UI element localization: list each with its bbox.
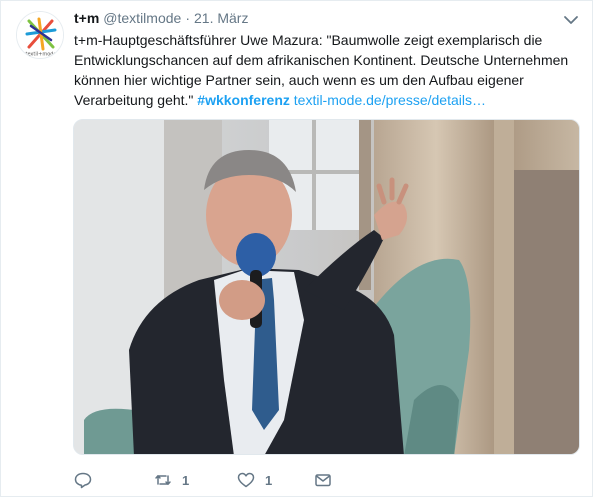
tweet-actions: 1 1 [74,467,394,493]
hashtag-link[interactable]: #wkkonferenz [197,92,290,108]
heart-icon [237,471,255,489]
like-count: 1 [265,472,273,488]
tweet-timestamp[interactable]: 21. März [194,10,248,26]
author-handle[interactable]: @textilmode [103,10,181,26]
tweet-photo[interactable] [73,119,580,455]
author-fullname[interactable]: t+m [74,10,99,26]
tweet-card[interactable]: textil+mode t+m @textilmode · 21. März t… [0,0,593,497]
avatar-logo-text: textil+mode [25,52,56,58]
tweet-text: t+m-Hauptgeschäftsführer Uwe Mazura: "Ba… [74,30,579,110]
separator-dot: · [185,10,190,26]
retweet-icon [154,471,172,489]
retweet-count: 1 [182,472,190,488]
speaker-photo [74,120,579,454]
like-button[interactable]: 1 [237,467,272,493]
avatar[interactable]: textil+mode [16,11,64,59]
envelope-icon [314,471,332,489]
reply-button[interactable] [74,467,102,493]
url-link[interactable]: textil-mode.de/presse/details… [294,92,486,108]
tweet-header: t+m @textilmode · 21. März [74,10,248,30]
textilmode-logo: textil+mode [17,12,63,58]
reply-icon [74,471,92,489]
retweet-button[interactable]: 1 [154,467,189,493]
chevron-down-icon[interactable] [563,13,579,25]
direct-message-button[interactable] [314,467,342,493]
